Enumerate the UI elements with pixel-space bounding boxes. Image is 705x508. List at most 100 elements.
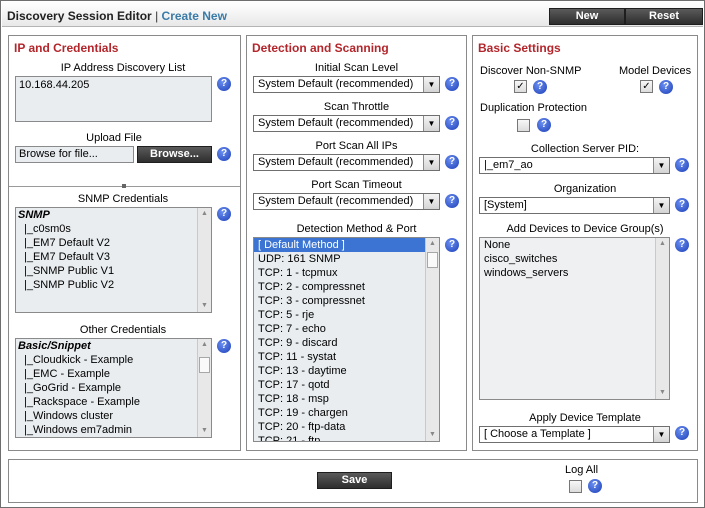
reset-button[interactable]: Reset: [625, 8, 703, 25]
chevron-down-icon[interactable]: ▼: [423, 194, 439, 209]
list-item[interactable]: |_SNMP Public V1: [16, 264, 211, 278]
other-credentials-list[interactable]: Basic/Snippet |_Cloudkick - Example |_EM…: [15, 338, 212, 438]
list-item[interactable]: TCP: 13 - daytime: [254, 364, 439, 378]
list-item[interactable]: |_Windows em7admin: [16, 423, 211, 437]
log-all-help-icon[interactable]: ?: [588, 479, 602, 493]
initial-scan-select[interactable]: System Default (recommended) ▼: [253, 76, 440, 93]
scroll-down-icon[interactable]: ▼: [198, 425, 211, 437]
initial-scan-help-icon[interactable]: ?: [445, 77, 459, 91]
list-item[interactable]: TCP: 21 - ftp: [254, 434, 439, 441]
organization-select[interactable]: [System] ▼: [479, 197, 670, 214]
check-icon: ✓: [516, 81, 525, 92]
port-scan-timeout-help-icon[interactable]: ?: [445, 194, 459, 208]
list-item[interactable]: [ Default Method ]: [254, 238, 439, 252]
list-item[interactable]: cisco_switches: [480, 252, 669, 266]
device-groups-help-icon[interactable]: ?: [675, 238, 689, 252]
device-groups-scrollbar[interactable]: ▲ ▼: [655, 238, 669, 399]
device-template-select[interactable]: [ Choose a Template ] ▼: [479, 426, 670, 443]
discover-non-snmp-help-icon[interactable]: ?: [533, 80, 547, 94]
list-item[interactable]: |_SNMP Public V2: [16, 278, 211, 292]
chevron-down-icon[interactable]: ▼: [653, 158, 669, 173]
list-item[interactable]: |_EM7 Default V3: [16, 250, 211, 264]
scan-throttle-label: Scan Throttle: [323, 101, 390, 113]
ip-address-value: 10.168.44.205: [19, 79, 90, 91]
scan-throttle-select[interactable]: System Default (recommended) ▼: [253, 115, 440, 132]
discovery-session-editor-window: Discovery Session Editor | Create New Ne…: [0, 0, 705, 508]
port-scan-all-help-icon[interactable]: ?: [445, 155, 459, 169]
list-item[interactable]: |_Cloudkick - Example: [16, 353, 211, 367]
device-groups-list[interactable]: None cisco_switches windows_servers ▲ ▼: [479, 237, 670, 400]
list-item[interactable]: TCP: 11 - systat: [254, 350, 439, 364]
list-item[interactable]: SNMP: [16, 208, 211, 222]
list-item[interactable]: windows_servers: [480, 266, 669, 280]
scroll-down-icon[interactable]: ▼: [426, 429, 439, 441]
detection-method-list[interactable]: [ Default Method ] UDP: 161 SNMP TCP: 1 …: [253, 237, 440, 442]
upload-file-input[interactable]: Browse for file...: [15, 146, 134, 163]
discover-non-snmp-checkbox[interactable]: ✓: [514, 80, 527, 93]
other-credentials-help-icon[interactable]: ?: [217, 339, 231, 353]
organization-label: Organization: [553, 183, 617, 195]
chevron-down-icon[interactable]: ▼: [653, 198, 669, 213]
upload-help-icon[interactable]: ?: [217, 147, 231, 161]
list-item[interactable]: Basic/Snippet: [16, 339, 211, 353]
organization-help-icon[interactable]: ?: [675, 198, 689, 212]
list-item[interactable]: UDP: 161 SNMP: [254, 252, 439, 266]
list-item[interactable]: |_c0sm0s: [16, 222, 211, 236]
list-item[interactable]: |_GoGrid - Example: [16, 381, 211, 395]
scroll-up-icon[interactable]: ▲: [426, 238, 439, 250]
model-devices-checkbox[interactable]: ✓: [640, 80, 653, 93]
duplication-protection-help-icon[interactable]: ?: [537, 118, 551, 132]
log-all-checkbox[interactable]: [569, 480, 582, 493]
scroll-up-icon[interactable]: ▲: [198, 208, 211, 220]
list-item[interactable]: TCP: 1 - tcpmux: [254, 266, 439, 280]
list-item[interactable]: TCP: 3 - compressnet: [254, 294, 439, 308]
list-item[interactable]: TCP: 5 - rje: [254, 308, 439, 322]
other-list-scrollbar[interactable]: ▲ ▼: [197, 339, 211, 437]
list-item[interactable]: TCP: 17 - qotd: [254, 378, 439, 392]
scroll-up-icon[interactable]: ▲: [656, 238, 669, 250]
snmp-help-icon[interactable]: ?: [217, 207, 231, 221]
chevron-down-icon[interactable]: ▼: [423, 77, 439, 92]
scroll-up-icon[interactable]: ▲: [198, 339, 211, 351]
save-button[interactable]: Save: [317, 472, 392, 489]
scroll-down-icon[interactable]: ▼: [656, 387, 669, 399]
device-template-help-icon[interactable]: ?: [675, 426, 689, 440]
list-item[interactable]: None: [480, 238, 669, 252]
list-item[interactable]: |_Windows cluster: [16, 409, 211, 423]
footer-panel: Save Log All ?: [8, 459, 698, 503]
list-item[interactable]: TCP: 7 - echo: [254, 322, 439, 336]
detection-method-help-icon[interactable]: ?: [445, 238, 459, 252]
port-scan-timeout-select[interactable]: System Default (recommended) ▼: [253, 193, 440, 210]
list-item[interactable]: TCP: 2 - compressnet: [254, 280, 439, 294]
list-item[interactable]: TCP: 19 - chargen: [254, 406, 439, 420]
list-item[interactable]: TCP: 9 - discard: [254, 336, 439, 350]
ip-list-help-icon[interactable]: ?: [217, 77, 231, 91]
collection-server-select[interactable]: |_em7_ao ▼: [479, 157, 670, 174]
chevron-down-icon[interactable]: ▼: [653, 427, 669, 442]
list-item[interactable]: |_Rackspace - Example: [16, 395, 211, 409]
model-devices-help-icon[interactable]: ?: [659, 80, 673, 94]
detection-list-scrollbar[interactable]: ▲ ▼: [425, 238, 439, 441]
duplication-protection-checkbox[interactable]: [517, 119, 530, 132]
scroll-thumb[interactable]: [427, 252, 438, 268]
chevron-down-icon[interactable]: ▼: [423, 155, 439, 170]
ip-address-list-input[interactable]: 10.168.44.205: [15, 76, 212, 122]
snmp-credentials-list[interactable]: SNMP |_c0sm0s |_EM7 Default V2 |_EM7 Def…: [15, 207, 212, 313]
divider-handle[interactable]: [122, 184, 126, 188]
list-item[interactable]: |_EM7 Default V2: [16, 236, 211, 250]
chevron-down-icon[interactable]: ▼: [423, 116, 439, 131]
collection-server-label: Collection Server PID:: [530, 143, 640, 155]
scroll-down-icon[interactable]: ▼: [198, 300, 211, 312]
port-scan-all-select[interactable]: System Default (recommended) ▼: [253, 154, 440, 171]
scroll-thumb[interactable]: [199, 357, 210, 373]
list-item[interactable]: TCP: 20 - ftp-data: [254, 420, 439, 434]
snmp-list-scrollbar[interactable]: ▲ ▼: [197, 208, 211, 312]
list-item[interactable]: TCP: 18 - msp: [254, 392, 439, 406]
new-button[interactable]: New: [549, 8, 625, 25]
list-item[interactable]: |_EMC - Example: [16, 367, 211, 381]
port-scan-timeout-value: System Default (recommended): [258, 195, 414, 207]
collection-server-help-icon[interactable]: ?: [675, 158, 689, 172]
scan-throttle-help-icon[interactable]: ?: [445, 116, 459, 130]
browse-button[interactable]: Browse...: [137, 146, 212, 163]
snmp-credentials-label: SNMP Credentials: [77, 193, 169, 205]
